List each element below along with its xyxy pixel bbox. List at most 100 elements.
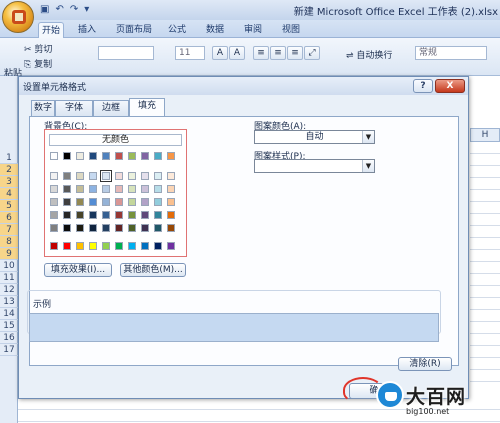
color-swatch[interactable] (167, 211, 175, 219)
color-swatch[interactable] (167, 198, 175, 206)
color-swatch[interactable] (115, 242, 123, 250)
color-swatch[interactable] (76, 242, 84, 250)
save-icon[interactable]: ▣ (40, 3, 49, 17)
color-swatch[interactable] (102, 224, 110, 232)
color-swatch[interactable] (63, 172, 71, 180)
color-swatch[interactable] (102, 185, 110, 193)
color-swatch[interactable] (154, 172, 162, 180)
number-format-box[interactable]: 常规 (415, 46, 487, 60)
color-swatch[interactable] (115, 172, 123, 180)
color-swatch[interactable] (154, 198, 162, 206)
ribbon-tab-insert[interactable]: 插入 (74, 22, 100, 38)
undo-icon[interactable]: ↶ (55, 3, 63, 17)
color-swatch[interactable] (115, 224, 123, 232)
color-swatch[interactable] (102, 242, 110, 250)
tab-border[interactable]: 边框 (93, 100, 129, 116)
ribbon-tab-home[interactable]: 开始 (38, 22, 64, 38)
row-header[interactable]: 8 (0, 236, 18, 248)
grid-cells[interactable] (470, 142, 500, 382)
ribbon-tab-review[interactable]: 审阅 (240, 22, 266, 38)
color-swatch[interactable] (50, 185, 58, 193)
color-swatch[interactable] (50, 172, 58, 180)
row-header[interactable]: 3 (0, 176, 18, 188)
office-button[interactable] (2, 1, 34, 33)
color-swatch[interactable] (76, 224, 84, 232)
color-swatch[interactable] (154, 185, 162, 193)
color-swatch[interactable] (76, 211, 84, 219)
color-swatch[interactable] (100, 170, 112, 182)
row-header[interactable]: 9 (0, 248, 18, 260)
color-swatch[interactable] (89, 242, 97, 250)
color-swatch[interactable] (102, 211, 110, 219)
row-header[interactable]: 13 (0, 296, 18, 308)
color-swatch[interactable] (167, 185, 175, 193)
color-swatch[interactable] (154, 211, 162, 219)
pattern-color-select[interactable]: 自动 ▼ (254, 130, 375, 144)
color-swatch[interactable] (63, 242, 71, 250)
ribbon-tab-page-layout[interactable]: 页面布局 (112, 22, 156, 38)
color-swatch[interactable] (50, 242, 58, 250)
row-header[interactable]: 6 (0, 212, 18, 224)
row-header[interactable]: 15 (0, 320, 18, 332)
color-swatch[interactable] (167, 152, 175, 160)
color-swatch[interactable] (128, 152, 136, 160)
color-swatch[interactable] (102, 198, 110, 206)
color-swatch[interactable] (89, 185, 97, 193)
color-swatch[interactable] (128, 198, 136, 206)
color-swatch[interactable] (154, 224, 162, 232)
tab-number[interactable]: 数字 (31, 100, 55, 116)
color-swatch[interactable] (141, 198, 149, 206)
more-colors-button[interactable]: 其他颜色(M)... (120, 263, 186, 277)
color-swatch[interactable] (141, 242, 149, 250)
column-header-h[interactable]: H (470, 128, 500, 142)
row-header[interactable]: 16 (0, 332, 18, 344)
color-swatch[interactable] (50, 224, 58, 232)
color-swatch[interactable] (76, 185, 84, 193)
ribbon-tab-data[interactable]: 数据 (202, 22, 228, 38)
ribbon-tab-view[interactable]: 视图 (278, 22, 304, 38)
row-header[interactable]: 17 (0, 344, 18, 356)
color-swatch[interactable] (63, 224, 71, 232)
color-swatch[interactable] (128, 185, 136, 193)
color-swatch[interactable] (128, 242, 136, 250)
row-header[interactable]: 14 (0, 308, 18, 320)
pattern-style-select[interactable]: ▼ (254, 159, 375, 173)
row-header[interactable]: 4 (0, 188, 18, 200)
tab-fill[interactable]: 填充 (129, 98, 165, 116)
color-swatch[interactable] (115, 211, 123, 219)
color-swatch[interactable] (128, 224, 136, 232)
no-color-button[interactable]: 无颜色 (49, 134, 182, 146)
row-header[interactable]: 5 (0, 200, 18, 212)
color-swatch[interactable] (89, 172, 97, 180)
color-swatch[interactable] (63, 152, 71, 160)
color-swatch[interactable] (89, 152, 97, 160)
color-swatch[interactable] (141, 185, 149, 193)
font-name-box[interactable] (98, 46, 154, 60)
clear-button[interactable]: 清除(R) (398, 357, 452, 371)
color-swatch[interactable] (115, 152, 123, 160)
row-header[interactable]: 10 (0, 260, 18, 272)
color-swatch[interactable] (50, 152, 58, 160)
color-swatch[interactable] (63, 211, 71, 219)
color-swatch[interactable] (63, 198, 71, 206)
row-header[interactable]: 2 (0, 164, 18, 176)
color-swatch[interactable] (76, 152, 84, 160)
color-swatch[interactable] (141, 172, 149, 180)
color-swatch[interactable] (141, 211, 149, 219)
color-swatch[interactable] (89, 224, 97, 232)
row-header[interactable]: 7 (0, 224, 18, 236)
color-swatch[interactable] (89, 211, 97, 219)
color-swatch[interactable] (128, 211, 136, 219)
align-top-icon[interactable]: ≡ (253, 46, 269, 60)
dialog-title-bar[interactable]: 设置单元格格式 ? X (19, 77, 468, 95)
close-button[interactable]: X (435, 79, 465, 93)
color-swatch[interactable] (154, 242, 162, 250)
color-swatch[interactable] (167, 224, 175, 232)
color-swatch[interactable] (154, 152, 162, 160)
color-swatch[interactable] (115, 185, 123, 193)
redo-icon[interactable]: ↷ (70, 3, 78, 17)
ribbon-tab-formulas[interactable]: 公式 (164, 22, 190, 38)
align-bottom-icon[interactable]: ≡ (287, 46, 303, 60)
shrink-font-button[interactable]: A (229, 46, 245, 60)
color-swatch[interactable] (76, 172, 84, 180)
